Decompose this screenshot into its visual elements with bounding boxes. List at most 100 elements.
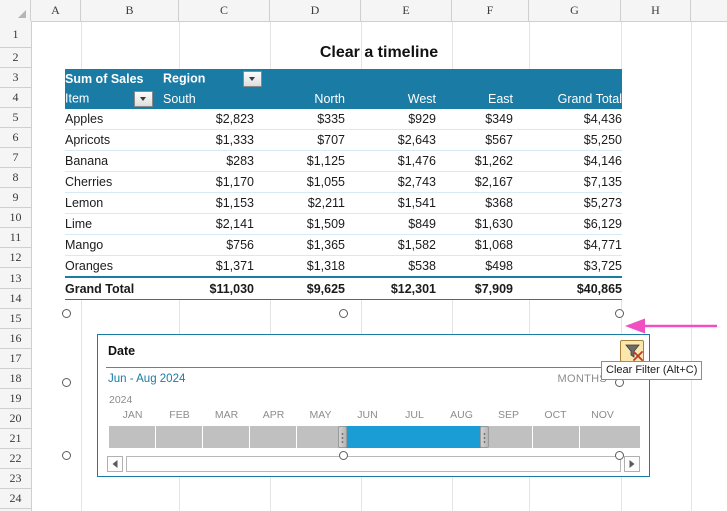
clear-filter-button[interactable] <box>620 340 644 362</box>
timeline-tile-jan[interactable] <box>109 426 155 448</box>
row-header-20[interactable]: 20 <box>0 409 31 429</box>
worksheet-grid: Clear a timeline Sum of Sales Region Ite… <box>31 21 727 511</box>
grip-dots-icon <box>341 433 344 443</box>
row-header-12[interactable]: 12 <box>0 248 31 268</box>
row-header-4[interactable]: 4 <box>0 88 31 108</box>
timeline-tile-jul-selected[interactable] <box>391 426 439 448</box>
row-field-cell: Item <box>65 89 163 109</box>
scrollbar-trough[interactable] <box>126 456 621 472</box>
column-header-f[interactable]: F <box>452 0 529 21</box>
timeline-left-handle[interactable] <box>338 426 347 448</box>
column-header-a[interactable]: A <box>31 0 81 21</box>
row-header-21[interactable]: 21 <box>0 429 31 449</box>
row-header-15[interactable]: 15 <box>0 309 31 329</box>
cell-south: $1,371 <box>163 255 254 278</box>
timeline-tile-mar[interactable] <box>203 426 249 448</box>
column-header-h[interactable]: H <box>621 0 691 21</box>
annotation-arrow <box>625 318 717 334</box>
column-header-c[interactable]: C <box>179 0 270 21</box>
timeline-tile-aug-selected[interactable] <box>438 426 486 448</box>
timeline-tile-jun-selected[interactable] <box>344 426 392 448</box>
timeline-tile-feb[interactable] <box>156 426 202 448</box>
grip-dots-icon <box>483 433 486 443</box>
column-header-g[interactable]: G <box>529 0 621 21</box>
month-label-oct: OCT <box>544 409 567 421</box>
column-header-west: West <box>345 89 436 109</box>
month-label-nov: NOV <box>591 409 614 421</box>
scroll-right-button[interactable] <box>624 456 640 472</box>
region-filter-dropdown-icon[interactable] <box>242 71 262 87</box>
pivot-header-pad-1 <box>345 69 436 89</box>
cell-south: $756 <box>163 234 254 256</box>
column-header-b[interactable]: B <box>81 0 179 21</box>
row-header-18[interactable]: 18 <box>0 369 31 389</box>
column-header-bar: A B C D E F G H <box>0 0 727 22</box>
row-header-6[interactable]: 6 <box>0 128 31 148</box>
cell-east: $498 <box>436 255 513 278</box>
pivot-header-pad-2 <box>436 69 513 89</box>
value-field-label: Sum of Sales <box>65 69 163 89</box>
selection-handle-top-left[interactable] <box>62 309 71 318</box>
table-row: Mango $756 $1,365 $1,582 $1,068 $4,771 <box>65 234 622 256</box>
scroll-left-button[interactable] <box>107 456 123 472</box>
row-header-22[interactable]: 22 <box>0 449 31 469</box>
row-header-19[interactable]: 19 <box>0 389 31 409</box>
timeline-slicer[interactable]: Date Jun - Aug 2024 MONTHS 2024 JAN FEB <box>97 334 650 477</box>
item-filter-dropdown-icon[interactable] <box>133 91 153 107</box>
cell-east: $2,167 <box>436 171 513 193</box>
cell-south: $1,153 <box>163 192 254 214</box>
table-row: Banana $283 $1,125 $1,476 $1,262 $4,146 <box>65 150 622 172</box>
row-header-23[interactable]: 23 <box>0 469 31 489</box>
timeline-tile-nov[interactable] <box>580 426 640 448</box>
month-label-jun: JUN <box>357 409 378 421</box>
row-header-11[interactable]: 11 <box>0 228 31 248</box>
selection-handle-middle-left[interactable] <box>62 378 71 387</box>
clear-filter-tooltip: Clear Filter (Alt+C) <box>601 361 703 380</box>
arrow-left-icon <box>112 460 118 468</box>
slicer-title: Date <box>108 344 136 358</box>
row-header-5[interactable]: 5 <box>0 108 31 128</box>
cell-south: $2,141 <box>163 213 254 235</box>
select-all-corner[interactable] <box>0 0 31 21</box>
slicer-month-labels: JAN FEB MAR APR MAY JUN JUL AUG SEP OCT … <box>109 409 638 427</box>
row-header-1[interactable]: 1 <box>0 21 31 48</box>
cell-west: $2,643 <box>345 129 436 151</box>
cell-east: $368 <box>436 192 513 214</box>
column-header-e[interactable]: E <box>361 0 452 21</box>
cell-east: $1,068 <box>436 234 513 256</box>
selection-handle-top-center[interactable] <box>339 309 348 318</box>
timeline-scrollbar[interactable] <box>107 456 640 472</box>
column-header-grand-total: Grand Total <box>513 89 622 109</box>
row-header-2[interactable]: 2 <box>0 48 31 68</box>
cell-west: $2,743 <box>345 171 436 193</box>
row-header-17[interactable]: 17 <box>0 349 31 369</box>
cell-north: $335 <box>254 109 345 130</box>
table-row: Oranges $1,371 $1,318 $538 $498 $3,725 <box>65 255 622 278</box>
row-header-13[interactable]: 13 <box>0 268 31 289</box>
row-header-7[interactable]: 7 <box>0 148 31 168</box>
timeline-tile-sep[interactable] <box>486 426 532 448</box>
row-header-9[interactable]: 9 <box>0 188 31 208</box>
column-header-d[interactable]: D <box>270 0 361 21</box>
selection-handle-bottom-left[interactable] <box>62 451 71 460</box>
selection-handle-bottom-right[interactable] <box>615 451 624 460</box>
grand-total-label: Grand Total <box>65 276 163 300</box>
selection-handle-bottom-center[interactable] <box>339 451 348 460</box>
row-header-10[interactable]: 10 <box>0 208 31 228</box>
cell-total: $5,273 <box>513 192 622 214</box>
table-row: Apricots $1,333 $707 $2,643 $567 $5,250 <box>65 129 622 151</box>
timeline-right-handle[interactable] <box>480 426 489 448</box>
row-header-24[interactable]: 24 <box>0 489 31 509</box>
slicer-year-label: 2024 <box>109 394 133 406</box>
row-header-14[interactable]: 14 <box>0 289 31 309</box>
cell-west: $538 <box>345 255 436 278</box>
timeline-tile-oct[interactable] <box>533 426 579 448</box>
timeline-tile-apr[interactable] <box>250 426 296 448</box>
row-header-8[interactable]: 8 <box>0 168 31 188</box>
grand-total-south: $11,030 <box>163 276 254 300</box>
row-header-3[interactable]: 3 <box>0 68 31 88</box>
row-header-16[interactable]: 16 <box>0 329 31 349</box>
timeline-track[interactable] <box>109 426 640 448</box>
table-row: Apples $2,823 $335 $929 $349 $4,436 <box>65 109 622 130</box>
timeline-tile-may[interactable] <box>297 426 343 448</box>
